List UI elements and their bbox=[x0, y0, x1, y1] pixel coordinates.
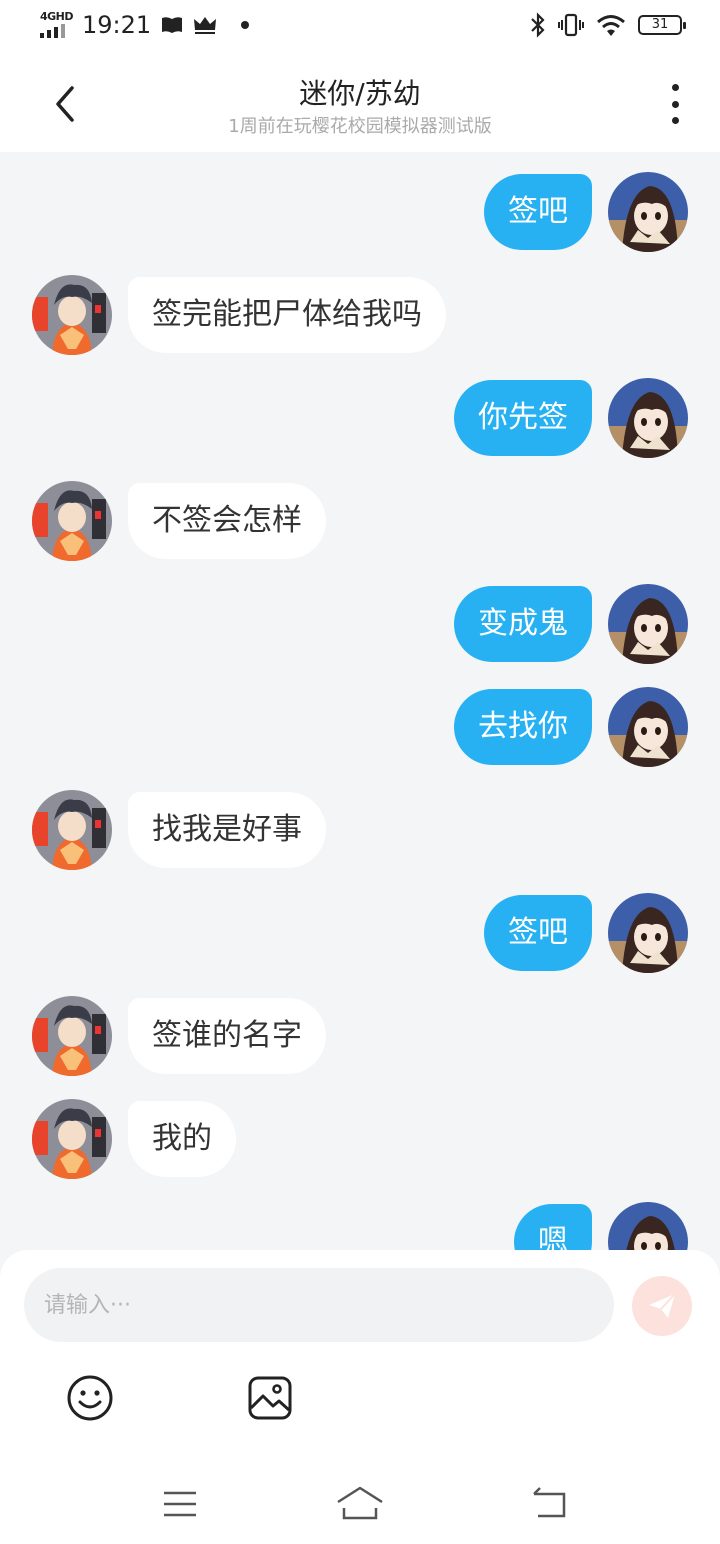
system-nav-bar bbox=[0, 1480, 720, 1544]
home-icon[interactable] bbox=[336, 1484, 384, 1522]
message-row: 找我是好事 bbox=[0, 790, 720, 870]
chat-header: 迷你/苏幼 1周前在玩樱花校园模拟器测试版 bbox=[0, 56, 720, 152]
message-row: 签谁的名字 bbox=[0, 996, 720, 1076]
send-button[interactable] bbox=[632, 1276, 692, 1336]
contact-avatar[interactable] bbox=[32, 1099, 112, 1179]
book-icon bbox=[162, 17, 183, 33]
message-bubble[interactable]: 去找你 bbox=[454, 689, 592, 765]
network-signal-icon: 4GHD bbox=[38, 10, 74, 40]
my-avatar[interactable] bbox=[608, 893, 688, 973]
message-bubble[interactable]: 不签会怎样 bbox=[128, 483, 326, 559]
crown-icon bbox=[194, 17, 217, 34]
contact-avatar[interactable] bbox=[32, 481, 112, 561]
my-avatar[interactable] bbox=[608, 1202, 688, 1252]
more-icon[interactable] bbox=[660, 84, 690, 124]
clock: 19:21 bbox=[82, 11, 152, 39]
wifi-icon bbox=[597, 15, 625, 36]
message-row: 去找你 bbox=[0, 687, 720, 767]
status-bar: 4GHD 19:21 31 bbox=[0, 0, 720, 56]
input-panel bbox=[0, 1250, 720, 1544]
message-bubble[interactable]: 签完能把尸体给我吗 bbox=[128, 277, 446, 353]
message-row: 签吧 bbox=[0, 172, 720, 252]
message-row: 嗯 bbox=[0, 1202, 720, 1252]
message-input[interactable] bbox=[24, 1268, 614, 1342]
message-row: 签吧 bbox=[0, 893, 720, 973]
contact-avatar[interactable] bbox=[32, 996, 112, 1076]
message-row: 你先签 bbox=[0, 378, 720, 458]
page-title: 迷你/苏幼 bbox=[299, 77, 421, 110]
menu-icon[interactable] bbox=[162, 1488, 198, 1520]
message-bubble[interactable]: 签吧 bbox=[484, 174, 592, 250]
contact-avatar[interactable] bbox=[32, 790, 112, 870]
message-row: 变成鬼 bbox=[0, 584, 720, 664]
message-bubble[interactable]: 签谁的名字 bbox=[128, 998, 326, 1074]
send-icon bbox=[649, 1293, 676, 1318]
my-avatar[interactable] bbox=[608, 172, 688, 252]
message-row: 不签会怎样 bbox=[0, 481, 720, 561]
notification-dot-icon bbox=[241, 21, 250, 29]
message-bubble[interactable]: 我的 bbox=[128, 1101, 236, 1177]
bluetooth-icon bbox=[531, 12, 545, 38]
message-bubble[interactable]: 变成鬼 bbox=[454, 586, 592, 662]
battery-icon: 31 bbox=[638, 15, 686, 35]
message-bubble[interactable]: 找我是好事 bbox=[128, 792, 326, 868]
return-icon[interactable] bbox=[530, 1486, 570, 1520]
message-list[interactable]: 签吧 签完能把尸体给我吗 你先签 不签会怎样 变成鬼 去找你 找我是好事 签吧 签谁的名字 我的嗯 bbox=[0, 152, 720, 1252]
page-subtitle: 1周前在玩樱花校园模拟器测试版 bbox=[228, 116, 492, 137]
my-avatar[interactable] bbox=[608, 584, 688, 664]
my-avatar[interactable] bbox=[608, 687, 688, 767]
message-row: 签完能把尸体给我吗 bbox=[0, 275, 720, 355]
emoji-icon[interactable] bbox=[66, 1374, 114, 1422]
contact-avatar[interactable] bbox=[32, 275, 112, 355]
message-bubble[interactable]: 签吧 bbox=[484, 895, 592, 971]
my-avatar[interactable] bbox=[608, 378, 688, 458]
message-row: 我的 bbox=[0, 1099, 720, 1179]
message-bubble[interactable]: 你先签 bbox=[454, 380, 592, 456]
message-bubble[interactable]: 嗯 bbox=[514, 1204, 592, 1252]
image-icon[interactable] bbox=[246, 1374, 294, 1422]
vibrate-icon bbox=[558, 13, 584, 37]
